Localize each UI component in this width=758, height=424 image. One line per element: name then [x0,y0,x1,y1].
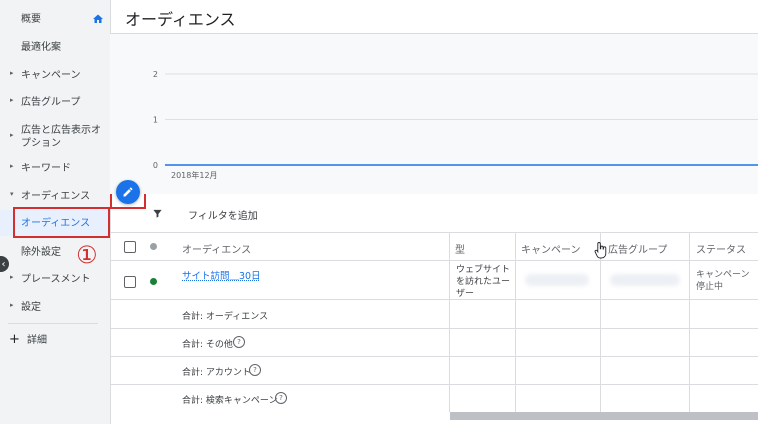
status-header-dot [150,243,157,250]
sidebar-item-label: キャンペーン [21,70,81,81]
chevron-right-icon: ▸ [10,273,14,281]
type-cell-line: ウェブサイト [456,265,511,275]
chevron-right-icon: ▸ [10,301,14,309]
column-divider [689,232,690,412]
help-icon[interactable]: ? [233,336,245,348]
sidebar-item-label: 広告と広告表示オプション [21,125,101,149]
sidebar-item-label: 最適化案 [21,42,61,53]
chevron-left-icon: ‹ [1,258,6,270]
plus-icon: + [9,332,20,347]
total-row-audiences: 合計: オーディエンス [182,312,269,322]
column-header-ad-group[interactable]: 広告グループ [608,241,667,256]
table-border [110,299,758,300]
audience-link[interactable]: サイト訪問＿30日 [182,268,261,282]
sidebar-item-ad-groups[interactable]: ▸ 広告グループ [0,96,110,110]
sidebar-item-campaigns[interactable]: ▸ キャンペーン [0,69,110,83]
column-divider [515,232,516,412]
sidebar-item-label: 詳細 [27,335,47,346]
table-border [110,260,758,261]
column-header-audience[interactable]: オーディエンス [182,241,251,256]
table-border [110,356,758,357]
sidebar-item-keywords[interactable]: ▸ キーワード [0,162,110,176]
sidebar-item-label: 広告グループ [21,97,81,108]
column-header-campaign[interactable]: キャンペーン [521,241,581,256]
hand-cursor-icon [594,242,607,259]
y-tick-label: 2 [153,70,158,79]
filter-icon[interactable] [152,208,163,219]
table-border [110,328,758,329]
sidebar-item-label: プレースメント [21,274,91,285]
sidebar-item-label: 除外設定 [21,247,61,258]
column-divider [600,232,601,412]
chevron-right-icon: ▸ [10,131,14,139]
chevron-right-icon: ▸ [10,162,14,170]
horizontal-scrollbar[interactable] [450,412,758,420]
sidebar-item-audiences-group[interactable]: ▾ オーディエンス [0,190,110,204]
sidebar-item-placements[interactable]: ▸ プレースメント [0,273,110,287]
total-row-account: 合計: アカウント [182,368,251,378]
sidebar-item-label: 概要 [21,14,41,25]
sidebar-item-more[interactable]: + 詳細 [0,332,110,348]
column-header-type[interactable]: 型 [455,241,465,256]
y-tick-label: 0 [153,161,158,170]
type-cell-line: ザー [456,289,475,299]
table-border [110,384,758,385]
chart: 0 1 2 2018年12月 [110,34,758,194]
help-icon[interactable]: ? [249,364,261,376]
sidebar-item-overview[interactable]: 概要 [0,13,110,27]
sidebar-item-label: 設定 [21,302,41,313]
chevron-right-icon: ▸ [10,69,14,77]
sidebar-item-settings[interactable]: ▸ 設定 [0,301,110,315]
column-header-status[interactable]: ステータス [696,241,746,256]
annotation-number-1: ① [76,241,98,269]
type-cell: ウェブサイト を訪れたユー ザー [456,264,510,300]
chevron-down-icon: ▾ [10,190,14,198]
sidebar-item-recommendations[interactable]: 最適化案 [0,41,110,55]
status-cell-line: キャンペーン [696,270,750,280]
select-all-checkbox[interactable] [124,241,136,253]
status-cell-line: 停止中 [696,282,724,292]
add-filter-link[interactable]: フィルタを追加 [188,207,258,222]
redacted-ad-group [610,274,680,286]
y-tick-label: 1 [153,116,158,125]
total-row-other: 合計: その他 [182,340,233,350]
total-row-search-campaign: 合計: 検索キャンペーン [182,396,278,406]
help-icon[interactable]: ? [275,392,287,404]
column-divider [449,232,450,412]
chart-svg: 0 1 2 2018年12月 [153,70,758,180]
status-cell: キャンペーン 停止中 [696,269,750,293]
chevron-right-icon: ▸ [10,96,14,104]
page-title: オーディエンス [125,10,236,29]
x-tick-label: 2018年12月 [171,170,218,180]
sidebar-item-label: オーディエンス [21,191,91,202]
status-dot [150,278,157,285]
annotation-box-1 [13,207,110,238]
table-border [110,232,758,233]
type-cell-line: を訪れたユー [456,277,511,287]
row-checkbox[interactable] [124,276,136,288]
home-icon [93,14,103,23]
edit-button[interactable] [116,180,140,204]
redacted-campaign [525,274,589,286]
sidebar-divider [8,323,98,324]
sidebar-item-label: キーワード [21,163,71,174]
sidebar-item-ads-extensions[interactable]: ▸ 広告と広告表示オプション [0,124,110,152]
pencil-icon [123,187,133,197]
